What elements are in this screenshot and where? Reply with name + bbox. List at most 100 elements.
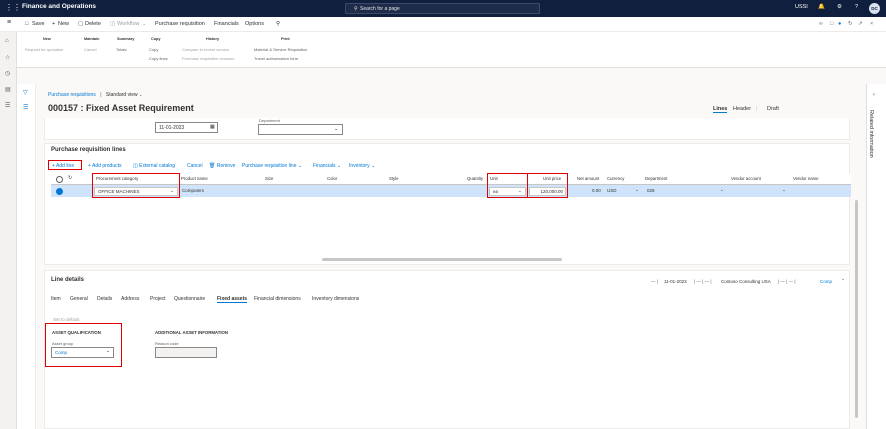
tabs-separator: | (756, 106, 758, 112)
tab-address[interactable]: Address (121, 296, 139, 302)
pr-versions-button[interactable]: Purchase requisition versions (182, 56, 234, 61)
attachment-icon[interactable]: ● (838, 21, 841, 27)
help-icon[interactable]: ? (855, 4, 858, 10)
close-icon[interactable]: × (870, 21, 873, 27)
grid-horizontal-scrollbar[interactable] (322, 258, 562, 261)
summary-vendor: Contoso Consulting USA (721, 279, 771, 284)
col-vendor-account[interactable]: Vendor account (731, 176, 761, 181)
col-vendor-name[interactable]: Vendor name (793, 176, 819, 181)
settings-icon[interactable]: ⚙ (837, 4, 842, 10)
office-icon[interactable]: □ (830, 21, 833, 27)
delete-icon: ▢ (78, 21, 84, 27)
col-product-name[interactable]: Product name (181, 176, 208, 181)
app-launcher-icon[interactable]: ⋮⋮ (5, 3, 21, 13)
notifications-icon[interactable]: 🔔 (818, 4, 825, 10)
tab-header[interactable]: Header (733, 106, 751, 112)
popout-icon[interactable]: ↗ (858, 21, 863, 27)
tab-item[interactable]: Item (51, 296, 61, 302)
grid-refresh-icon[interactable]: ↻ (68, 175, 72, 181)
copy-button[interactable]: Copy (149, 47, 158, 52)
reason-code-input[interactable] (155, 347, 217, 358)
tab-general[interactable]: General (70, 296, 88, 302)
department-value[interactable]: 028 (647, 188, 655, 193)
save-button[interactable]: Save (32, 21, 45, 27)
collapse-icon[interactable]: ⌃ (841, 278, 845, 284)
tab-questionnaire[interactable]: Questionnaire (174, 296, 205, 302)
department-dropdown[interactable]: ⌄ (258, 124, 343, 135)
travel-authorization-button[interactable]: Travel authorization form (254, 56, 298, 61)
calendar-icon[interactable]: ▦ (210, 124, 215, 130)
tab-project[interactable]: Project (150, 296, 166, 302)
financials-menu[interactable]: Financials ⌄ (313, 163, 341, 169)
new-button[interactable]: New (58, 21, 69, 27)
related-information-label[interactable]: Related information (868, 110, 874, 158)
chevron-down-icon[interactable]: ⌄ (782, 187, 786, 193)
inventory-label: Inventory (349, 163, 370, 169)
app-root: ⋮⋮ Finance and Operations ⚲ Search for a… (0, 0, 886, 429)
summary-separator: | — | — | (694, 279, 712, 284)
request-for-quotation-button[interactable]: Request for quotation (25, 47, 63, 52)
tab-inventory-dimensions[interactable]: Inventory dimensions (312, 296, 359, 302)
view-selector[interactable]: Standard view (106, 92, 138, 98)
chevron-left-icon[interactable]: ‹ (873, 92, 875, 98)
workspaces-icon[interactable]: ▤ (5, 86, 11, 93)
col-net-amount[interactable]: Net amount (577, 176, 599, 181)
col-currency[interactable]: Currency (607, 176, 624, 181)
pr-line-menu[interactable]: Purchase requisition line ⌄ (242, 163, 302, 169)
date-field[interactable]: 11-01-2023 ▦ (155, 122, 218, 133)
modules-icon[interactable]: ☰ (5, 102, 10, 109)
row-checkbox[interactable] (56, 187, 63, 195)
chevron-down-icon[interactable]: ⌄ (635, 187, 639, 193)
tab-lines[interactable]: Lines (713, 106, 728, 113)
tab-financial-dimensions[interactable]: Financial dimensions (254, 296, 301, 302)
list-icon[interactable]: ☰ (23, 104, 28, 111)
col-quantity[interactable]: Quantity (467, 176, 483, 181)
recent-icon[interactable]: ◷ (5, 70, 10, 77)
link-icon[interactable]: ∞ (819, 21, 823, 27)
remove-button[interactable]: 🗑 Remove (209, 163, 235, 169)
additional-info-heading: ADDITIONAL ASSET INFORMATION (155, 330, 228, 335)
hamburger-icon[interactable]: ≡ (7, 19, 11, 26)
tab-financials[interactable]: Financials (214, 21, 239, 27)
select-all-checkbox[interactable] (56, 176, 63, 183)
totals-button[interactable]: Totals (116, 47, 126, 52)
filter-icon[interactable]: ▽ (23, 89, 28, 96)
app-title: Finance and Operations (22, 3, 97, 10)
department-label: Department (259, 118, 280, 123)
cancel-line-button[interactable]: Cancel (187, 163, 203, 169)
chevron-down-icon[interactable]: ⌄ (720, 187, 724, 193)
currency-value[interactable]: USD (607, 188, 617, 193)
tab-purchase-requisition[interactable]: Purchase requisition (155, 21, 205, 27)
col-department[interactable]: Department (645, 176, 667, 181)
home-icon[interactable]: ⌂ (5, 38, 9, 44)
inventory-menu[interactable]: Inventory ⌄ (349, 163, 375, 169)
copy-lines-button[interactable]: Copy lines (149, 56, 168, 61)
refresh-icon[interactable]: ↻ (848, 21, 853, 27)
material-service-requisition-button[interactable]: Material & Service Requisition (254, 47, 307, 52)
col-size[interactable]: Size (265, 176, 273, 181)
avatar[interactable]: DC (869, 3, 880, 14)
compare-recent-button[interactable]: Compare to recent version (182, 47, 229, 52)
action-search-icon[interactable]: ⚲ (276, 21, 280, 27)
favorites-icon[interactable]: ☆ (5, 54, 10, 61)
tab-details[interactable]: Details (97, 296, 112, 302)
delete-button[interactable]: Delete (85, 21, 101, 27)
add-products-button[interactable]: + Add products (88, 163, 122, 169)
group-maintain: Maintain (84, 37, 100, 41)
breadcrumb-separator: | (100, 92, 102, 98)
external-catalog-button[interactable]: ◫ External catalog (133, 163, 175, 169)
search-input[interactable]: ⚲ Search for a page (345, 3, 540, 14)
tab-options[interactable]: Options (245, 21, 264, 27)
net-amount-value: 0.00 (592, 188, 601, 193)
vertical-scrollbar[interactable] (855, 200, 858, 418)
set-to-default-button[interactable]: Set to default (53, 317, 80, 322)
workflow-button[interactable]: Workflow (117, 21, 140, 27)
product-name-value[interactable]: Computers (182, 188, 204, 193)
col-color[interactable]: Color (327, 176, 337, 181)
cancel-ribbon-button[interactable]: Cancel (84, 47, 96, 52)
tab-fixed-assets[interactable]: Fixed assets (217, 296, 248, 303)
ribbon: New Request for quotation Maintain Cance… (0, 32, 886, 68)
breadcrumb-link[interactable]: Purchase requisitions (48, 92, 96, 98)
company-picker[interactable]: USSI (795, 4, 808, 10)
col-style[interactable]: Style (389, 176, 399, 181)
